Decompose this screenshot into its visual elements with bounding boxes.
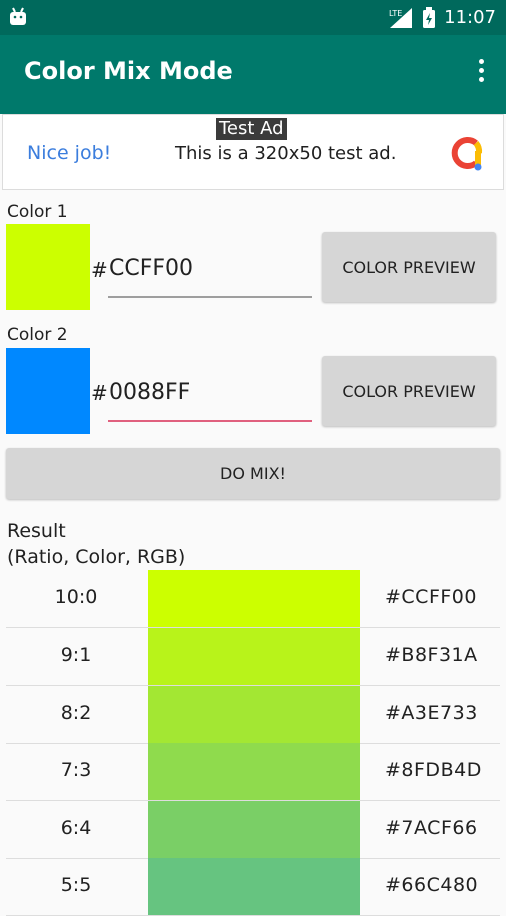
result-title: Result (Ratio, Color, RGB) — [7, 518, 185, 570]
result-rgb: #A3E733 — [385, 702, 478, 724]
status-bar: LTE 11:07 — [0, 0, 506, 35]
result-row: 8:2 #A3E733 — [6, 686, 500, 744]
color1-hex-input[interactable] — [109, 250, 311, 286]
android-icon — [10, 7, 26, 25]
color2-hex-input[interactable] — [109, 374, 311, 410]
result-row: 10:0 #CCFF00 — [6, 570, 500, 628]
result-rgb: #8FDB4D — [385, 759, 482, 781]
result-ratio: 7:3 — [60, 759, 92, 781]
color2-preview-button[interactable]: COLOR PREVIEW — [322, 356, 496, 426]
color1-input-underline — [108, 296, 312, 298]
color1-preview-button[interactable]: COLOR PREVIEW — [322, 232, 496, 302]
result-ratio: 9:1 — [60, 644, 92, 666]
do-mix-button[interactable]: DO MIX! — [6, 448, 500, 499]
result-row: 7:3 #8FDB4D — [6, 743, 500, 801]
result-swatch — [148, 686, 360, 743]
result-rgb: #7ACF66 — [385, 817, 478, 839]
result-row: 6:4 #7ACF66 — [6, 801, 500, 859]
ad-logo-icon — [451, 137, 483, 171]
color2-label: Color 2 — [7, 325, 68, 345]
color1-label: Color 1 — [7, 202, 68, 222]
result-swatch — [148, 858, 360, 915]
result-title-line2: (Ratio, Color, RGB) — [7, 546, 186, 568]
app-bar: Color Mix Mode — [0, 35, 506, 114]
svg-text:LTE: LTE — [389, 9, 402, 18]
result-swatch — [148, 743, 360, 800]
result-rgb: #CCFF00 — [385, 586, 477, 608]
result-swatch — [148, 801, 360, 858]
lte-signal-icon: LTE — [389, 7, 413, 28]
result-rgb: #B8F31A — [385, 644, 478, 666]
status-time: 11:07 — [444, 7, 496, 28]
color1-hash: # — [91, 258, 108, 282]
result-rgb: #66C480 — [385, 874, 479, 896]
ad-label: Test Ad — [216, 118, 287, 140]
more-options-icon[interactable] — [476, 59, 486, 91]
result-title-line1: Result — [7, 520, 66, 542]
ad-nice-text[interactable]: Nice job! — [27, 142, 111, 164]
result-ratio: 8:2 — [60, 702, 92, 724]
result-ratio: 10:0 — [54, 586, 98, 608]
result-row: 9:1 #B8F31A — [6, 628, 500, 686]
color2-hash: # — [91, 381, 108, 405]
color2-input-underline — [108, 420, 312, 422]
app-title: Color Mix Mode — [24, 57, 233, 85]
result-ratio: 6:4 — [60, 817, 92, 839]
color1-swatch — [6, 224, 90, 310]
result-swatch — [148, 628, 360, 685]
result-swatch — [148, 570, 360, 627]
color2-swatch — [6, 348, 90, 434]
ad-body-text: This is a 320x50 test ad. — [175, 143, 397, 164]
battery-charging-icon — [423, 6, 436, 28]
result-ratio: 5:5 — [60, 874, 92, 896]
result-row: 5:5 #66C480 — [6, 858, 500, 916]
